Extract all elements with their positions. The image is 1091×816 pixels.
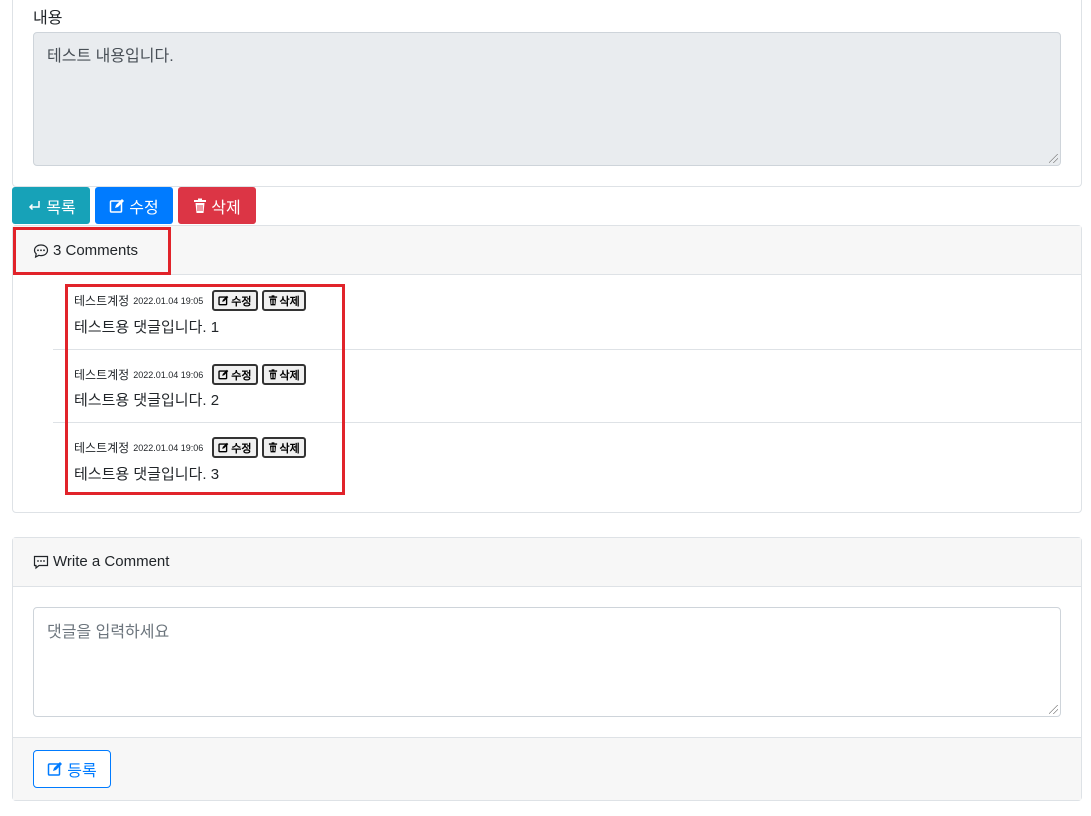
comments-header [13, 226, 1081, 275]
write-comment-footer [13, 737, 1081, 800]
delete-button[interactable]: 삭제 [178, 187, 256, 224]
pencil-square-icon [109, 198, 125, 214]
delete-button-label: 삭제 [211, 199, 241, 217]
chat-dots-icon [33, 554, 49, 570]
write-comment-header [13, 538, 1081, 587]
comment-input-placeholder: 댓글을 입력하세요 [47, 624, 170, 641]
write-comment-title: Write a Comment [33, 553, 169, 570]
submit-comment-label: 등록 [67, 763, 97, 780]
content-label: 내용 [33, 10, 63, 27]
pencil-square-icon [47, 761, 63, 777]
edit-button[interactable]: 수정 [95, 187, 173, 224]
submit-comment-button[interactable]: 등록 [33, 750, 111, 788]
return-arrow-icon [26, 198, 42, 214]
list-button[interactable]: 목록 [12, 187, 90, 224]
content-textarea: 테스트 내용입니다. [33, 32, 1061, 166]
content-text: 테스트 내용입니다. [47, 48, 174, 65]
write-comment-title-label: Write a Comment [53, 553, 170, 570]
resize-grip-icon[interactable] [1049, 154, 1058, 163]
list-button-label: 목록 [46, 199, 76, 217]
edit-button-label: 수정 [129, 199, 159, 217]
trash-icon [193, 198, 207, 214]
resize-grip-icon[interactable] [1049, 705, 1058, 714]
highlight-box [65, 284, 345, 495]
highlight-box [13, 227, 171, 275]
comment-input[interactable]: 댓글을 입력하세요 [33, 607, 1061, 717]
